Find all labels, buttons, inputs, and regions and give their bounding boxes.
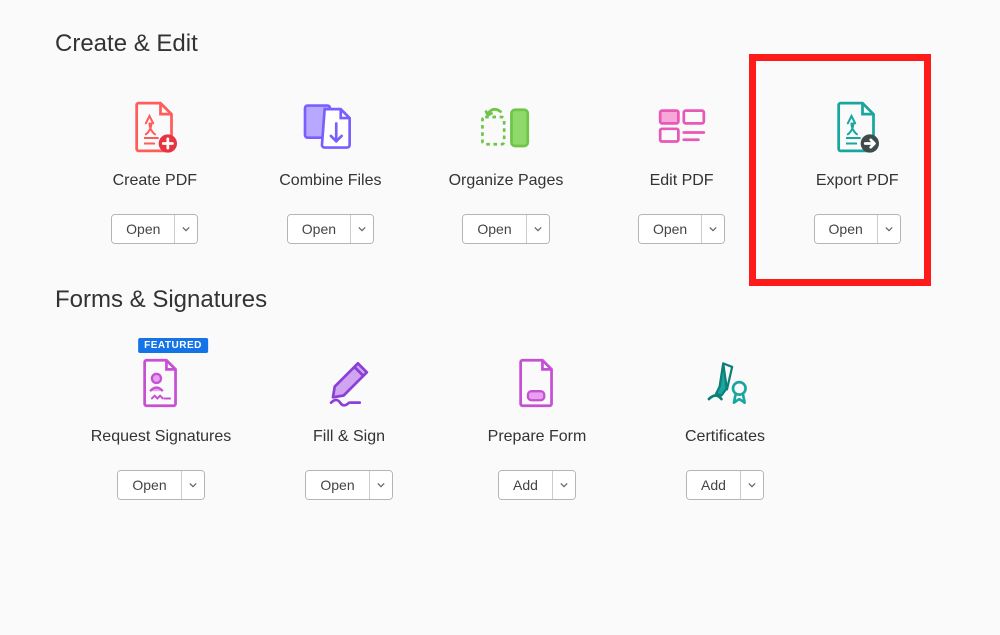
add-button[interactable]: Add	[499, 471, 553, 499]
forms-signatures-grid: FEATURED Request Signatures Open	[55, 342, 945, 500]
split-button: Open	[117, 470, 204, 500]
split-button: Open	[287, 214, 374, 244]
tool-request-signatures[interactable]: FEATURED Request Signatures Open	[67, 342, 255, 500]
split-button: Open	[462, 214, 549, 244]
open-button[interactable]: Open	[815, 215, 878, 243]
tool-label: Organize Pages	[449, 172, 564, 190]
edit-pdf-icon	[647, 96, 717, 158]
open-button[interactable]: Open	[463, 215, 526, 243]
organize-pages-icon	[471, 96, 541, 158]
split-button: Add	[686, 470, 764, 500]
tool-label: Prepare Form	[488, 428, 587, 446]
prepare-form-icon	[502, 352, 572, 414]
tool-label: Combine Files	[279, 172, 381, 190]
tool-prepare-form[interactable]: Prepare Form Add	[443, 342, 631, 500]
tool-fill-sign[interactable]: Fill & Sign Open	[255, 342, 443, 500]
split-button: Open	[814, 214, 901, 244]
highlight-annotation	[749, 54, 931, 286]
tool-label: Fill & Sign	[313, 428, 385, 446]
tool-certificates[interactable]: Certificates Add	[631, 342, 819, 500]
open-button[interactable]: Open	[639, 215, 702, 243]
tool-label: Create PDF	[113, 172, 197, 190]
split-button: Add	[498, 470, 576, 500]
section-forms-signatures-title: Forms & Signatures	[55, 286, 945, 314]
dropdown-caret[interactable]	[702, 215, 724, 243]
combine-files-icon	[295, 96, 365, 158]
tool-combine-files[interactable]: Combine Files Open	[243, 86, 419, 244]
create-pdf-icon	[120, 96, 190, 158]
dropdown-caret[interactable]	[741, 471, 763, 499]
dropdown-caret[interactable]	[370, 471, 392, 499]
tool-label: Request Signatures	[91, 428, 232, 446]
export-pdf-icon	[822, 96, 892, 158]
dropdown-caret[interactable]	[527, 215, 549, 243]
create-edit-grid: Create PDF Open Combine Files	[55, 86, 945, 244]
split-button: Open	[305, 470, 392, 500]
add-button[interactable]: Add	[687, 471, 741, 499]
dropdown-caret[interactable]	[182, 471, 204, 499]
open-button[interactable]: Open	[288, 215, 351, 243]
tool-edit-pdf[interactable]: Edit PDF Open	[594, 86, 770, 244]
split-button: Open	[111, 214, 198, 244]
certificates-icon	[690, 352, 760, 414]
tool-label: Export PDF	[816, 172, 899, 190]
open-button[interactable]: Open	[118, 471, 181, 499]
dropdown-caret[interactable]	[175, 215, 197, 243]
request-signatures-icon	[126, 352, 196, 414]
split-button: Open	[638, 214, 725, 244]
tool-export-pdf[interactable]: Export PDF Open	[769, 86, 945, 244]
dropdown-caret[interactable]	[351, 215, 373, 243]
tool-organize-pages[interactable]: Organize Pages Open	[418, 86, 594, 244]
dropdown-caret[interactable]	[878, 215, 900, 243]
featured-badge: FEATURED	[138, 338, 208, 353]
section-create-edit-title: Create & Edit	[55, 30, 945, 58]
tool-label: Edit PDF	[650, 172, 714, 190]
dropdown-caret[interactable]	[553, 471, 575, 499]
tool-create-pdf[interactable]: Create PDF Open	[67, 86, 243, 244]
tool-label: Certificates	[685, 428, 765, 446]
open-button[interactable]: Open	[112, 215, 175, 243]
open-button[interactable]: Open	[306, 471, 369, 499]
fill-sign-icon	[314, 352, 384, 414]
